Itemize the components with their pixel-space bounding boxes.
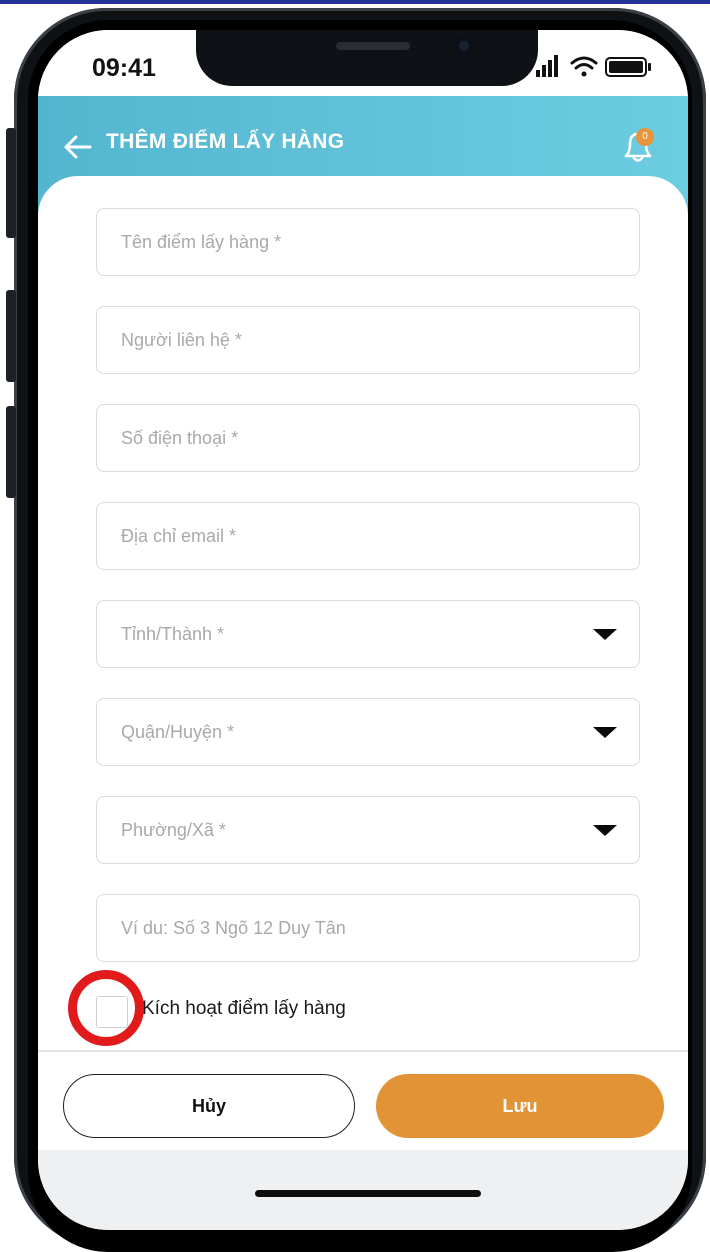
home-indicator[interactable] — [255, 1190, 481, 1197]
contact-person-field[interactable] — [96, 306, 640, 374]
activate-checkbox-label[interactable]: Kích hoạt điểm lấy hàng — [142, 998, 346, 1020]
pickup-name-input[interactable] — [121, 209, 561, 275]
email-input[interactable] — [121, 503, 561, 569]
side-button-mute — [6, 128, 16, 238]
speaker-grille — [336, 42, 410, 50]
address-field[interactable] — [96, 894, 640, 962]
battery-icon — [605, 57, 651, 77]
activate-checkbox[interactable] — [96, 996, 128, 1028]
chevron-down-icon[interactable] — [593, 727, 617, 738]
save-button[interactable]: Lưu — [376, 1074, 664, 1138]
side-button-volume-down — [6, 406, 16, 498]
cancel-button[interactable]: Hủy — [63, 1074, 355, 1138]
status-time: 09:41 — [92, 54, 156, 82]
phone-input[interactable] — [121, 405, 561, 471]
signal-icon — [536, 55, 558, 77]
phone-screen: 09:41 THÊM ĐIỂM LẤY HÀNG 0 Tên điểm lấy … — [38, 30, 688, 1230]
chevron-down-icon[interactable] — [593, 825, 617, 836]
province-input[interactable] — [121, 601, 561, 667]
ward-select[interactable] — [96, 796, 640, 864]
status-bar: 09:41 — [38, 30, 688, 96]
pickup-name-field[interactable] — [96, 208, 640, 276]
phone-field[interactable] — [96, 404, 640, 472]
email-field[interactable] — [96, 502, 640, 570]
contact-person-input[interactable] — [121, 307, 561, 373]
chevron-down-icon[interactable] — [593, 629, 617, 640]
arrow-left-icon[interactable] — [62, 132, 94, 162]
notch — [196, 30, 538, 86]
status-icons — [536, 55, 651, 77]
province-select[interactable] — [96, 600, 640, 668]
district-select[interactable] — [96, 698, 640, 766]
front-camera — [454, 36, 474, 56]
side-button-volume-up — [6, 290, 16, 382]
address-input[interactable] — [121, 895, 561, 961]
district-input[interactable] — [121, 699, 561, 765]
page-title: THÊM ĐIỂM LẤY HÀNG — [106, 130, 345, 153]
notification-badge: 0 — [636, 128, 654, 146]
ward-input[interactable] — [121, 797, 561, 863]
wifi-icon — [570, 56, 598, 77]
top-rule — [0, 0, 710, 4]
divider — [38, 1050, 688, 1052]
